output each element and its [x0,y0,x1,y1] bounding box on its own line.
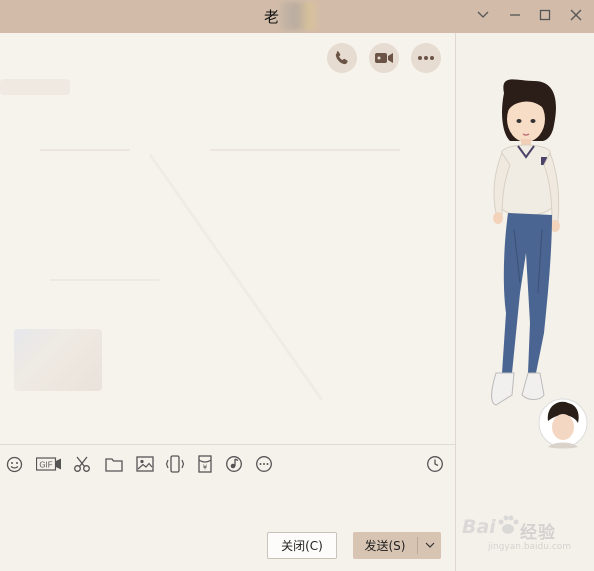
watermark-brand-cn: 经验 [520,523,556,543]
history-clock-icon[interactable] [425,454,445,474]
emoji-icon[interactable] [4,454,24,474]
faded-message [50,279,160,281]
chat-message-area[interactable] [0,33,455,444]
faded-image-message [14,329,102,391]
window-title: 老 [264,8,280,26]
svg-text:¥: ¥ [203,464,208,472]
avatar-sidebar [455,33,594,571]
baidu-watermark: Bai 经验 jingyan.baidu.com [458,508,592,558]
send-button[interactable]: 发送(S) [353,532,441,559]
send-button-label: 发送(S) [364,539,406,553]
video-camera-icon [375,53,393,63]
red-packet-icon[interactable]: ¥ [195,454,215,474]
title-bar: 老 [0,0,594,33]
send-options-chevron-icon[interactable] [419,532,441,559]
input-toolbar: GIF ¥ [0,444,455,481]
more-icon[interactable] [254,454,274,474]
more-dots-icon [418,56,434,60]
gif-icon[interactable]: GIF [36,454,62,474]
video-call-button[interactable] [369,43,399,73]
paw-icon [498,515,519,534]
faded-message [0,79,70,95]
faded-message [210,149,400,151]
minimize-icon[interactable] [502,4,528,26]
shake-icon[interactable] [165,454,185,474]
faded-decoration [148,153,324,402]
phone-icon [335,51,348,65]
close-button-label: 关闭(C) [281,539,323,553]
folder-icon[interactable] [104,454,124,474]
blurred-contact-name [280,2,320,30]
close-icon[interactable] [563,4,589,26]
chevron-down-icon[interactable] [470,4,496,26]
faded-message [40,149,130,151]
close-button[interactable]: 关闭(C) [267,532,337,559]
watermark-url: jingyan.baidu.com [488,542,572,552]
svg-text:GIF: GIF [39,461,52,470]
music-icon[interactable] [224,454,244,474]
image-icon[interactable] [135,454,155,474]
message-input[interactable] [0,481,455,526]
watermark-brand: Bai [462,516,496,538]
contact-avatar-figure [491,79,588,449]
voice-call-button[interactable] [327,43,357,73]
send-divider [417,537,418,554]
more-button[interactable] [411,43,441,73]
maximize-icon[interactable] [532,4,558,26]
screenshot-scissors-icon[interactable] [72,454,92,474]
